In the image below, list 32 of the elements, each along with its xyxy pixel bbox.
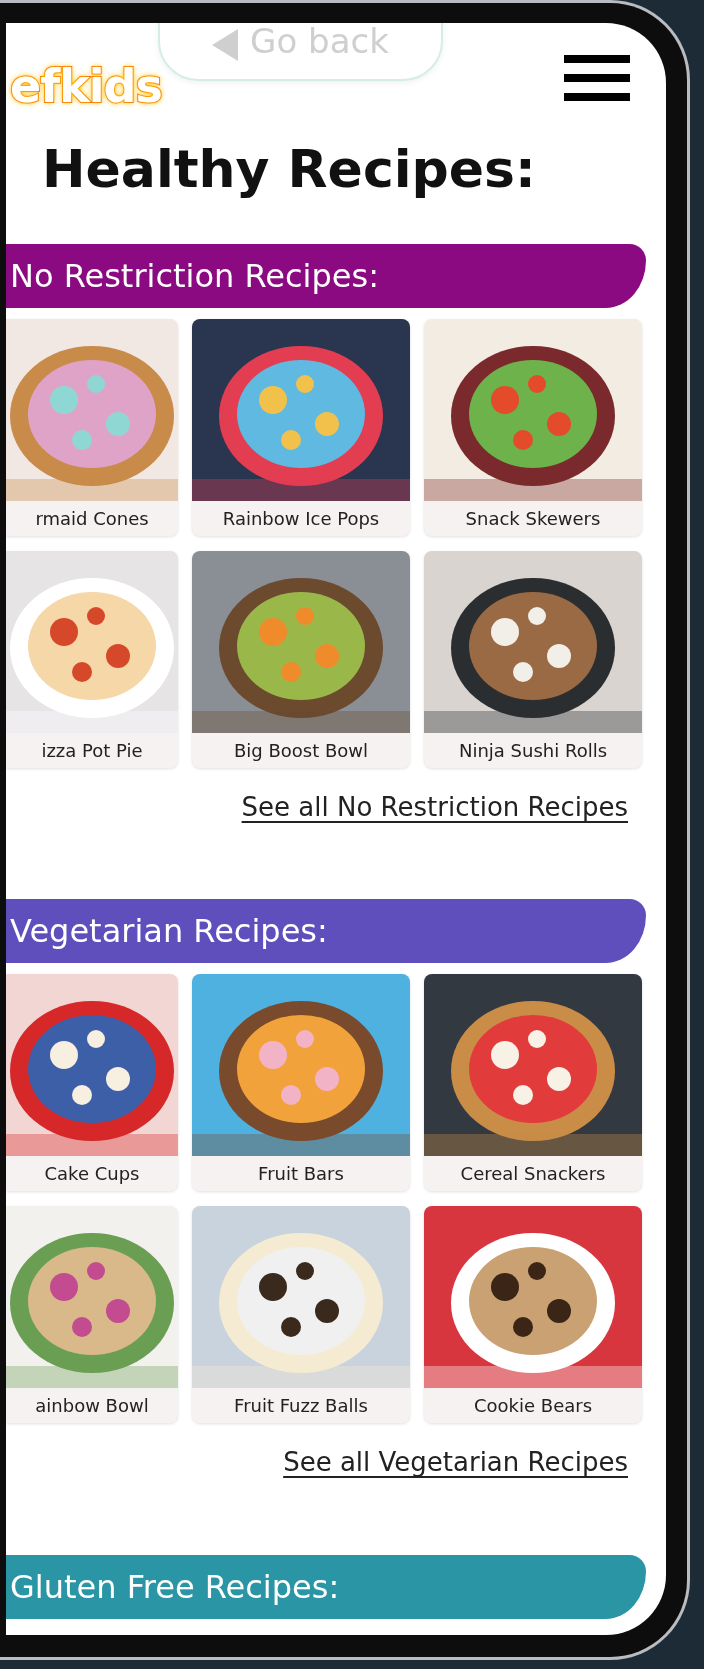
page-title: Healthy Recipes: <box>42 138 537 201</box>
recipe-label: Snack Skewers <box>464 507 602 531</box>
recipe-card[interactable]: rmaid Cones <box>6 319 178 536</box>
see-all-link[interactable]: See all No Restriction Recipes <box>241 792 628 822</box>
menu-icon[interactable] <box>564 53 630 103</box>
recipe-label: rmaid Cones <box>34 507 150 531</box>
recipe-label: Cereal Snackers <box>459 1162 607 1186</box>
recipe-card[interactable]: Snack Skewers <box>424 319 642 536</box>
recipe-card[interactable]: Fruit Bars <box>192 974 410 1191</box>
recipe-label: Rainbow Ice Pops <box>221 507 381 531</box>
section-heading: Vegetarian Recipes: <box>10 912 328 950</box>
recipe-label: Cookie Bears <box>472 1394 593 1418</box>
recipe-card[interactable]: Rainbow Ice Pops <box>192 319 410 536</box>
see-all-link[interactable]: See all Vegetarian Recipes <box>283 1447 628 1477</box>
recipe-card[interactable]: Fruit Fuzz Balls <box>192 1206 410 1423</box>
back-arrow-icon <box>212 29 239 61</box>
section-heading: Gluten Free Recipes: <box>10 1568 340 1606</box>
recipe-label: ainbow Bowl <box>34 1394 150 1418</box>
recipe-label: izza Pot Pie <box>40 739 144 763</box>
recipe-card[interactable]: Cookie Bears <box>424 1206 642 1423</box>
recipe-label: Fruit Fuzz Balls <box>233 1394 369 1418</box>
section-heading: No Restriction Recipes: <box>10 257 379 295</box>
recipe-label: Cake Cups <box>43 1162 141 1186</box>
recipe-card[interactable]: Big Boost Bowl <box>192 551 410 768</box>
recipe-card[interactable]: izza Pot Pie <box>6 551 178 768</box>
recipe-card[interactable]: Cake Cups <box>6 974 178 1191</box>
recipe-label: Fruit Bars <box>257 1162 345 1186</box>
recipe-card[interactable]: Ninja Sushi Rolls <box>424 551 642 768</box>
recipe-card[interactable]: ainbow Bowl <box>6 1206 178 1423</box>
recipe-label: Big Boost Bowl <box>232 739 370 763</box>
recipe-label: Ninja Sushi Rolls <box>457 739 609 763</box>
recipe-card[interactable]: Cereal Snackers <box>424 974 642 1191</box>
